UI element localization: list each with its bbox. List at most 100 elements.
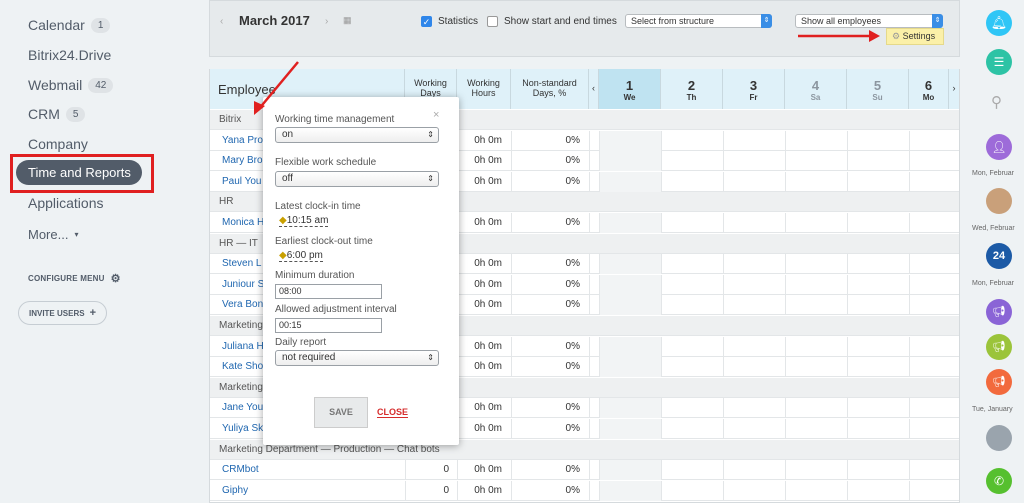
employee-link[interactable]: Yana Pro xyxy=(222,135,263,146)
nonstandard-pct-value: 0% xyxy=(565,464,580,476)
column-divider xyxy=(457,480,458,501)
column-divider xyxy=(785,357,786,378)
employee-link[interactable]: Mary Bro xyxy=(222,155,263,166)
daily-report-label: Daily report xyxy=(275,337,327,348)
nav-drive-label: Bitrix24.Drive xyxy=(28,47,112,63)
column-divider xyxy=(661,254,662,275)
employee-link[interactable]: Kate Sho xyxy=(222,361,263,372)
adjust-interval-label: Allowed adjustment interval xyxy=(275,304,397,315)
webmail-badge: 42 xyxy=(88,77,114,93)
daily-report-select[interactable]: not required ⇕ xyxy=(275,350,439,366)
calendar-grid-icon[interactable]: ▦ xyxy=(343,15,352,26)
today-cell[interactable] xyxy=(599,336,661,357)
save-button[interactable]: SAVE xyxy=(314,397,368,428)
column-divider xyxy=(723,336,724,357)
employee-link[interactable]: Monica H xyxy=(222,217,264,228)
today-cell[interactable] xyxy=(599,398,661,419)
phone-icon[interactable]: ✆ xyxy=(986,468,1012,494)
working-hours-value: 0h 0m xyxy=(474,134,502,146)
megaphone-icon[interactable]: 📢︎ xyxy=(986,369,1012,395)
today-cell[interactable] xyxy=(599,254,661,275)
plus-icon: + xyxy=(89,307,96,319)
today-cell[interactable] xyxy=(599,151,661,172)
chat-icon[interactable]: ☰ xyxy=(986,49,1012,75)
invite-users-button[interactable]: INVITE USERS + xyxy=(18,301,107,325)
prev-month-icon[interactable]: ‹ xyxy=(220,16,223,27)
nav-calendar[interactable]: Calendar 1 xyxy=(28,17,111,33)
today-cell[interactable] xyxy=(599,130,661,151)
employee-link[interactable]: Giphy xyxy=(222,485,248,496)
employee-link[interactable]: Vera Bon xyxy=(222,299,263,310)
today-cell[interactable] xyxy=(599,274,661,295)
nonstandard-pct-value: 0% xyxy=(565,340,580,352)
statistics-checkbox[interactable]: ✓ xyxy=(421,16,432,27)
megaphone-icon[interactable]: 📢︎ xyxy=(986,299,1012,325)
column-divider xyxy=(909,460,910,481)
bell-icon[interactable]: 🔔︎ xyxy=(986,10,1012,36)
employees-select[interactable]: Show all employees ⇕ xyxy=(795,14,943,28)
column-divider xyxy=(589,398,590,419)
column-divider xyxy=(589,336,590,357)
nav-time-reports[interactable]: Time and Reports xyxy=(16,160,142,185)
structure-select[interactable]: Select from structure ⇕ xyxy=(625,14,772,28)
min-duration-input[interactable]: 08:00 xyxy=(275,284,382,299)
left-sidebar: Calendar 1 Bitrix24.Drive Webmail 42 CRM 5 … xyxy=(0,0,198,503)
today-cell[interactable] xyxy=(599,419,661,439)
nav-webmail[interactable]: Webmail 42 xyxy=(28,77,114,93)
scroll-right-icon[interactable]: › xyxy=(949,69,959,109)
wtm-select[interactable]: on ⇕ xyxy=(275,127,439,143)
avatar[interactable] xyxy=(986,188,1012,214)
column-divider xyxy=(589,151,590,172)
today-cell[interactable] xyxy=(599,460,661,481)
nav-drive[interactable]: Bitrix24.Drive xyxy=(28,47,111,63)
clockout-value: 6:00 pm xyxy=(286,250,323,261)
megaphone-icon[interactable]: 📢︎ xyxy=(986,334,1012,360)
flex-select[interactable]: off ⇕ xyxy=(275,171,439,187)
today-cell[interactable] xyxy=(599,171,661,192)
column-divider xyxy=(723,480,724,501)
column-divider xyxy=(661,295,662,316)
start-end-checkbox[interactable] xyxy=(487,16,498,27)
user-avatar[interactable]: 👤︎ xyxy=(986,134,1012,160)
clockout-time[interactable]: ◆6:00 pm xyxy=(279,250,323,262)
b24-avatar[interactable]: 24 xyxy=(986,243,1012,269)
employee-link[interactable]: Steven L xyxy=(222,258,261,269)
employee-link[interactable]: Paul You xyxy=(222,176,262,187)
close-button[interactable]: CLOSE xyxy=(377,407,409,418)
column-divider xyxy=(511,295,512,316)
nav-calendar-label: Calendar xyxy=(28,17,85,33)
today-cell[interactable] xyxy=(599,295,661,316)
flex-select-value: off xyxy=(282,173,293,184)
column-divider xyxy=(847,274,848,295)
column-divider xyxy=(847,460,848,481)
employee-link[interactable]: Yuliya Sk xyxy=(222,423,263,434)
column-divider xyxy=(599,254,600,275)
column-divider xyxy=(589,130,590,151)
nav-company[interactable]: Company xyxy=(28,136,88,152)
chevron-down-icon: ▾ xyxy=(74,230,79,239)
clock-icon: ◆ xyxy=(279,215,287,226)
nav-more[interactable]: More... ▾ xyxy=(28,227,78,242)
avatar[interactable] xyxy=(986,425,1012,451)
nav-applications[interactable]: Applications xyxy=(28,195,104,211)
nonstandard-pct-value: 0% xyxy=(565,423,580,434)
statistics-label: Statistics xyxy=(438,16,479,27)
column-divider xyxy=(457,460,458,481)
scroll-left-icon[interactable]: ‹ xyxy=(589,69,599,109)
employee-link[interactable]: Juniour S xyxy=(222,279,264,290)
column-divider xyxy=(785,130,786,151)
clockin-time[interactable]: ◆10:15 am xyxy=(279,215,329,227)
nav-crm[interactable]: CRM 5 xyxy=(28,106,86,122)
close-icon[interactable]: × xyxy=(433,109,439,121)
employee-link[interactable]: Jane You xyxy=(222,402,263,413)
configure-menu[interactable]: CONFIGURE MENU ⚙ xyxy=(28,272,121,285)
employee-link[interactable]: CRMbot xyxy=(222,464,259,475)
today-cell[interactable] xyxy=(599,480,661,501)
search-icon[interactable]: ⚲ xyxy=(991,93,1002,111)
employee-link[interactable]: Juliana H xyxy=(222,341,264,352)
settings-button[interactable]: ⚙ Settings xyxy=(886,28,944,45)
adjust-interval-input[interactable]: 00:15 xyxy=(275,318,382,333)
today-cell[interactable] xyxy=(599,357,661,378)
next-month-icon[interactable]: › xyxy=(325,16,328,27)
today-cell[interactable] xyxy=(599,213,661,233)
